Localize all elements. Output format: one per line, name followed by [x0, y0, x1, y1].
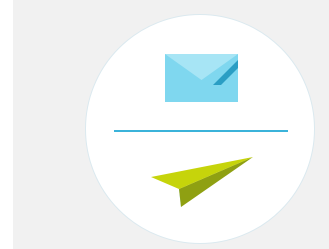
divider — [114, 130, 288, 132]
panel — [13, 0, 329, 249]
message-badge — [85, 14, 315, 244]
envelope-icon — [165, 54, 238, 102]
paper-plane-icon — [151, 157, 253, 207]
